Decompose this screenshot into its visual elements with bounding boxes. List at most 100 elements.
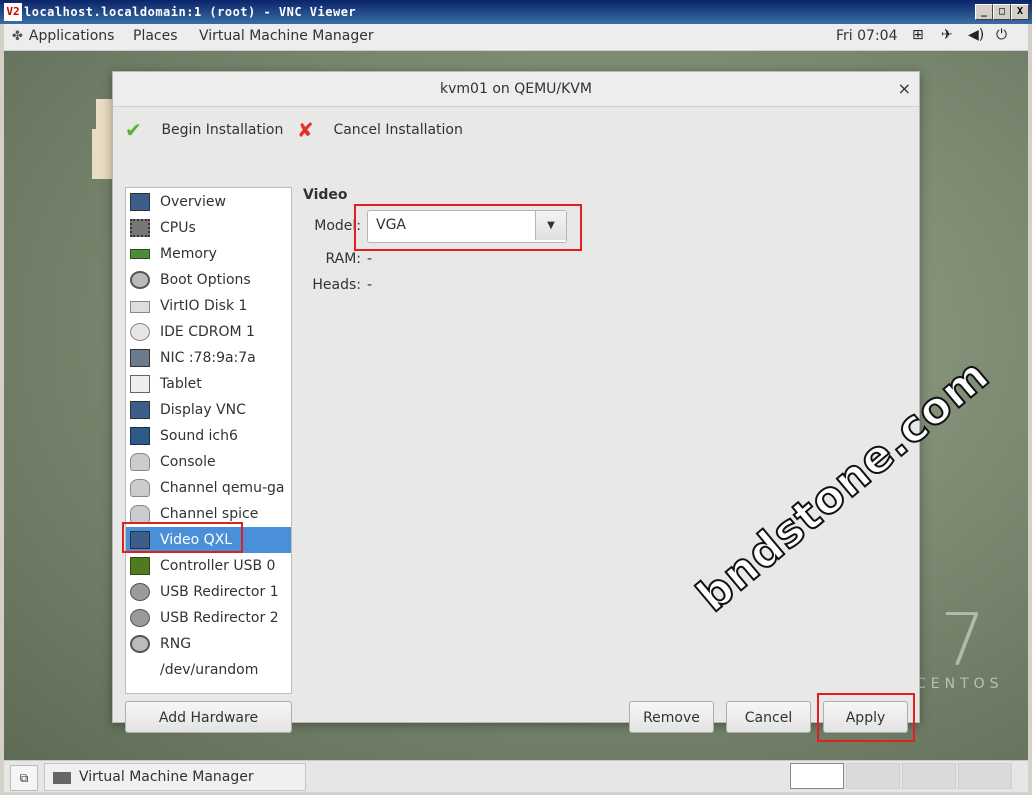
ram-value: - bbox=[367, 251, 373, 267]
applications-label: Applications bbox=[28, 28, 115, 44]
sidebar-item-label: IDE CDROM 1 bbox=[160, 324, 255, 340]
sidebar-item-label: CPUs bbox=[160, 220, 196, 236]
vnc-window-title: localhost.localdomain:1 (root) - VNC Vie… bbox=[24, 5, 357, 19]
workspace-3[interactable] bbox=[902, 763, 956, 789]
volume-icon[interactable]: ◀) bbox=[968, 27, 984, 43]
close-window-button[interactable]: X bbox=[1011, 4, 1029, 20]
sidebar-item-channel-qemu-ga[interactable]: Channel qemu-ga bbox=[126, 475, 291, 501]
show-desktop-icon[interactable]: ⧉ bbox=[10, 765, 38, 791]
sidebar-item-label: NIC :78:9a:7a bbox=[160, 350, 256, 366]
sidebar-item-label: Console bbox=[160, 454, 216, 470]
sidebar-item-label: USB Redirector 2 bbox=[160, 610, 279, 626]
cancel-x-icon: ✘ bbox=[297, 118, 314, 142]
sound-icon bbox=[130, 427, 150, 445]
sidebar-item-ide-cdrom[interactable]: IDE CDROM 1 bbox=[126, 319, 291, 345]
centos-logo-number: 7 bbox=[940, 598, 986, 682]
gnome-foot-icon: ✤ bbox=[12, 29, 23, 44]
cpu-icon bbox=[130, 219, 150, 237]
sidebar-item-console[interactable]: Console bbox=[126, 449, 291, 475]
applications-menu[interactable]: ✤ Applications bbox=[12, 28, 114, 44]
cancel-button[interactable]: Cancel bbox=[726, 701, 811, 733]
hardware-list: Overview CPUs Memory Boot Options VirtIO… bbox=[125, 187, 292, 694]
dialog-titlebar: kvm01 on QEMU/KVM × bbox=[113, 72, 919, 107]
sidebar-item-cpus[interactable]: CPUs bbox=[126, 215, 291, 241]
dialog-toolbar: ✔ Begin Installation ✘ Cancel Installati… bbox=[113, 107, 919, 151]
close-icon[interactable]: × bbox=[898, 72, 911, 106]
sidebar-item-controller-usb[interactable]: Controller USB 0 bbox=[126, 553, 291, 579]
sidebar-item-label: Tablet bbox=[160, 376, 202, 392]
section-title: Video bbox=[303, 187, 348, 203]
console-icon bbox=[130, 453, 150, 471]
vm-details-dialog: kvm01 on QEMU/KVM × ✔ Begin Installation… bbox=[112, 71, 920, 742]
disk-icon bbox=[130, 301, 150, 313]
sidebar-item-label: USB Redirector 1 bbox=[160, 584, 279, 600]
begin-installation-button[interactable]: ✔ Begin Installation bbox=[125, 118, 283, 142]
usb-controller-icon bbox=[130, 557, 150, 575]
checkmark-icon: ✔ bbox=[125, 118, 142, 142]
sidebar-item-usb-redirector-2[interactable]: USB Redirector 2 bbox=[126, 605, 291, 631]
cancel-installation-label: Cancel Installation bbox=[333, 122, 463, 138]
clock[interactable]: Fri 07:04 bbox=[836, 28, 897, 44]
sidebar-item-label: Boot Options bbox=[160, 272, 251, 288]
sidebar-item-label: VirtIO Disk 1 bbox=[160, 298, 248, 314]
vnc-titlebar: V2 localhost.localdomain:1 (root) - VNC … bbox=[0, 0, 1032, 24]
workspace-1[interactable] bbox=[790, 763, 844, 789]
sidebar-item-label: Display VNC bbox=[160, 402, 246, 418]
model-highlight-box bbox=[354, 204, 582, 251]
add-hardware-button[interactable]: Add Hardware bbox=[125, 701, 292, 733]
sidebar-item-sound[interactable]: Sound ich6 bbox=[126, 423, 291, 449]
model-label: Model: bbox=[314, 218, 361, 234]
usb-icon bbox=[130, 583, 150, 601]
workspace-4[interactable] bbox=[958, 763, 1012, 789]
maximize-button[interactable]: □ bbox=[993, 4, 1011, 20]
centos-logo-text: CENTOS bbox=[916, 676, 1004, 692]
taskbar-window-label: Virtual Machine Manager bbox=[79, 769, 254, 785]
sidebar-item-tablet[interactable]: Tablet bbox=[126, 371, 291, 397]
network-icon[interactable]: ⊞ bbox=[912, 27, 924, 43]
sidebar-item-display-vnc[interactable]: Display VNC bbox=[126, 397, 291, 423]
begin-installation-label: Begin Installation bbox=[161, 122, 284, 138]
sidebar-item-usb-redirector-1[interactable]: USB Redirector 1 bbox=[126, 579, 291, 605]
airplane-icon[interactable]: ✈ bbox=[941, 27, 953, 43]
heads-value: - bbox=[367, 277, 373, 293]
usb-icon bbox=[130, 609, 150, 627]
channel-icon bbox=[130, 479, 150, 497]
heads-label: Heads: bbox=[312, 277, 361, 293]
gnome-top-bar: ✤ Applications Places Virtual Machine Man… bbox=[4, 24, 1028, 51]
gear-icon bbox=[130, 635, 150, 653]
bottom-taskbar: ⧉ Virtual Machine Manager bbox=[4, 760, 1028, 792]
cancel-installation-button[interactable]: ✘ Cancel Installation bbox=[297, 118, 463, 142]
places-menu[interactable]: Places bbox=[133, 28, 178, 44]
vnc-logo-icon: V2 bbox=[4, 3, 22, 21]
sidebar-item-virtio-disk[interactable]: VirtIO Disk 1 bbox=[126, 293, 291, 319]
remote-desktop: 7 CENTOS ✤ Applications Places Virtual Ma… bbox=[4, 24, 1028, 792]
sidebar-item-overview[interactable]: Overview bbox=[126, 189, 291, 215]
minimize-button[interactable]: _ bbox=[975, 4, 993, 20]
display-icon bbox=[130, 401, 150, 419]
workspace-2[interactable] bbox=[846, 763, 900, 789]
dialog-title: kvm01 on QEMU/KVM bbox=[440, 81, 592, 97]
sidebar-item-label: RNG /dev/urandom bbox=[160, 636, 259, 678]
power-icon[interactable]: ⏻ bbox=[996, 27, 1007, 43]
sidebar-item-label: Memory bbox=[160, 246, 217, 262]
apply-highlight-box bbox=[817, 693, 915, 742]
remove-button[interactable]: Remove bbox=[629, 701, 714, 733]
cdrom-icon bbox=[130, 323, 150, 341]
desktop-decoration bbox=[92, 129, 114, 179]
app-menu-vmm[interactable]: Virtual Machine Manager bbox=[199, 28, 374, 44]
network-icon bbox=[130, 349, 150, 367]
video-qxl-highlight-box bbox=[122, 522, 243, 553]
taskbar-window-vmm[interactable]: Virtual Machine Manager bbox=[44, 763, 306, 791]
sidebar-item-boot-options[interactable]: Boot Options bbox=[126, 267, 291, 293]
vmm-app-icon bbox=[53, 772, 71, 784]
monitor-icon bbox=[130, 193, 150, 211]
sidebar-item-memory[interactable]: Memory bbox=[126, 241, 291, 267]
sidebar-item-label: Channel qemu-ga bbox=[160, 480, 285, 496]
sidebar-item-label: Sound ich6 bbox=[160, 428, 238, 444]
sidebar-item-label: Overview bbox=[160, 194, 226, 210]
sidebar-item-label: Controller USB 0 bbox=[160, 558, 276, 574]
tablet-icon bbox=[130, 375, 150, 393]
sidebar-item-nic[interactable]: NIC :78:9a:7a bbox=[126, 345, 291, 371]
gear-icon bbox=[130, 271, 150, 289]
sidebar-item-rng[interactable]: RNG /dev/urandom bbox=[126, 631, 291, 678]
